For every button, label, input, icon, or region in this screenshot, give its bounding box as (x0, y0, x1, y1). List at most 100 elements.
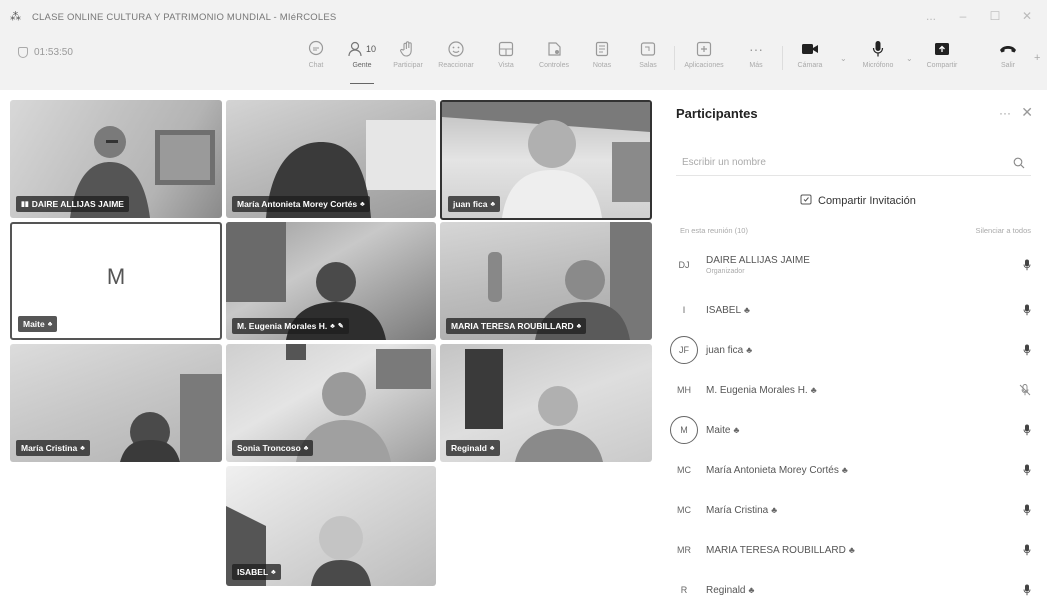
video-tile[interactable]: Sonia Troncoso ♣ (226, 344, 436, 462)
share-invite-label: Compartir Invitación (818, 194, 916, 207)
avatar-tile[interactable]: M Maite ♣ (10, 222, 222, 340)
panel-close-icon[interactable]: ✕ (1021, 104, 1033, 121)
participant-name: juan fica (453, 199, 488, 209)
guest-icon: ♣ (47, 320, 53, 328)
microphone-icon (872, 38, 884, 60)
react-button[interactable]: Reaccionar (434, 38, 478, 82)
video-tile[interactable]: ISABEL ♣ (226, 466, 436, 586)
panel-title: Participantes (676, 106, 758, 121)
participant-row[interactable]: MC María Antonieta Morey Cortés ♣ (660, 450, 1047, 490)
participant-search-input[interactable]: Escribir un nombre (676, 154, 1031, 176)
participant-row-name: María Cristina ♣ (706, 505, 777, 516)
raise-hand-label: Participar (393, 62, 423, 69)
raise-hand-button[interactable]: Participar (386, 38, 430, 82)
audio-level-icon: ▮▮ (21, 201, 29, 208)
microphone-button[interactable]: Micrófono (856, 38, 900, 82)
rooms-label: Salas (639, 62, 657, 69)
chat-label: Chat (308, 62, 324, 69)
participant-row[interactable]: MH M. Eugenia Morales H. ♣ (660, 370, 1047, 410)
participant-row[interactable]: JF juan fica ♣ (660, 330, 1047, 370)
share-invite-button[interactable]: Compartir Invitación (800, 193, 916, 208)
guest-icon: ♣ (810, 384, 817, 395)
participant-row[interactable]: R Reginald ♣ (660, 570, 1047, 597)
leave-label: Salir (1000, 62, 1015, 69)
emoji-icon (447, 38, 465, 60)
share-button[interactable]: Compartir (920, 38, 964, 82)
controls-button[interactable]: Controles (532, 38, 576, 82)
add-app-icon (696, 38, 712, 60)
microphone-icon[interactable] (1023, 503, 1031, 521)
guest-icon: ♣ (733, 424, 740, 435)
mute-all-button[interactable]: Silenciar a todos (976, 226, 1031, 235)
microphone-label: Micrófono (862, 62, 894, 69)
more-label: Más (749, 62, 763, 69)
participant-row[interactable]: MR MARIA TERESA ROUBILLARD ♣ (660, 530, 1047, 570)
react-label: Reaccionar (438, 62, 474, 69)
rooms-button[interactable]: Salas (626, 38, 670, 82)
microphone-icon[interactable] (1023, 258, 1031, 276)
participants-panel: Participantes ··· ✕ Escribir un nombre C… (660, 90, 1047, 597)
panel-more-icon[interactable]: ··· (999, 106, 1011, 120)
camera-button[interactable]: Cámara (788, 38, 832, 82)
more-button[interactable]: ··· Más (734, 38, 778, 82)
video-tile[interactable]: juan fica ♣ (440, 100, 652, 220)
participant-row[interactable]: DJ DAIRE ALLIJAS JAIME Organizador (660, 245, 1047, 285)
controls-label: Controles (539, 62, 569, 69)
minimize-icon[interactable]: – (950, 9, 976, 23)
participant-initials: R (680, 585, 688, 595)
apps-button[interactable]: Aplicaciones (682, 38, 726, 82)
participant-name-tag: juan fica ♣ (448, 196, 501, 212)
video-tile[interactable]: María Cristina ♣ (10, 344, 222, 462)
participant-row-name: M. Eugenia Morales H. ♣ (706, 385, 817, 396)
participant-name-tag: Maite ♣ (18, 316, 58, 332)
microphone-icon[interactable] (1023, 343, 1031, 361)
video-tile[interactable]: M. Eugenia Morales H. ♣ ✎ (226, 222, 436, 340)
video-tile[interactable]: MARIA TERESA ROUBILLARD ♣ (440, 222, 652, 340)
close-window-icon[interactable]: ✕ (1014, 9, 1040, 23)
participant-row[interactable]: MC María Cristina ♣ (660, 490, 1047, 530)
microphone-icon[interactable] (1023, 583, 1031, 597)
chat-button[interactable]: Chat (294, 38, 338, 82)
microphone-icon[interactable] (1023, 423, 1031, 441)
participant-row[interactable]: M Maite ♣ (660, 410, 1047, 450)
search-icon (1013, 156, 1025, 174)
microphone-dropdown-icon[interactable]: ⌄ (906, 54, 913, 63)
video-tile[interactable]: ▮▮ DAIRE ALLIJAS JAIME (10, 100, 222, 218)
microphone-icon[interactable] (1023, 543, 1031, 561)
leave-button[interactable]: Salir (986, 38, 1030, 82)
microphone-muted-icon[interactable] (1019, 383, 1031, 401)
participant-name-tag: ▮▮ DAIRE ALLIJAS JAIME (16, 196, 129, 212)
microphone-icon[interactable] (1023, 303, 1031, 321)
video-tile[interactable]: María Antonieta Morey Cortés ♣ (226, 100, 436, 218)
meeting-timer: 01:53:50 (18, 47, 73, 58)
notes-button[interactable]: Notas (580, 38, 624, 82)
people-button[interactable]: 10 Gente (340, 38, 384, 84)
leave-dropdown-icon[interactable]: + (1034, 52, 1040, 64)
mic-muted-icon: ✎ (337, 323, 344, 330)
people-icon: 10 (348, 38, 376, 60)
guest-icon: ♣ (841, 464, 848, 475)
participant-row-name: juan fica ♣ (706, 345, 752, 356)
chat-icon (307, 38, 325, 60)
participant-row[interactable]: I ISABEL ♣ (660, 290, 1047, 330)
microphone-icon[interactable] (1023, 463, 1031, 481)
hand-icon (400, 38, 416, 60)
participant-initials: I (682, 305, 686, 315)
section-header[interactable]: En esta reunión (10) (680, 226, 748, 235)
restore-icon[interactable]: ☐ (982, 9, 1008, 23)
participant-name: María Antonieta Morey Cortés (237, 199, 358, 209)
participant-initials: MC (677, 465, 691, 475)
participant-name: DAIRE ALLIJAS JAIME (31, 199, 124, 209)
more-options-icon[interactable]: ... (918, 9, 944, 23)
hang-up-icon (999, 38, 1017, 60)
camera-dropdown-icon[interactable]: ⌄ (840, 54, 847, 63)
guest-icon: ♣ (744, 304, 750, 315)
apps-label: Aplicaciones (684, 62, 724, 69)
participant-name-tag: María Antonieta Morey Cortés ♣ (232, 196, 370, 212)
timer-text: 01:53:50 (34, 47, 73, 58)
view-button[interactable]: Vista (484, 38, 528, 82)
participant-name: Maite (23, 319, 45, 329)
notes-label: Notas (592, 62, 612, 69)
video-tile[interactable]: Reginald ♣ (440, 344, 652, 462)
participant-row-name: DAIRE ALLIJAS JAIME Organizador (706, 255, 810, 275)
